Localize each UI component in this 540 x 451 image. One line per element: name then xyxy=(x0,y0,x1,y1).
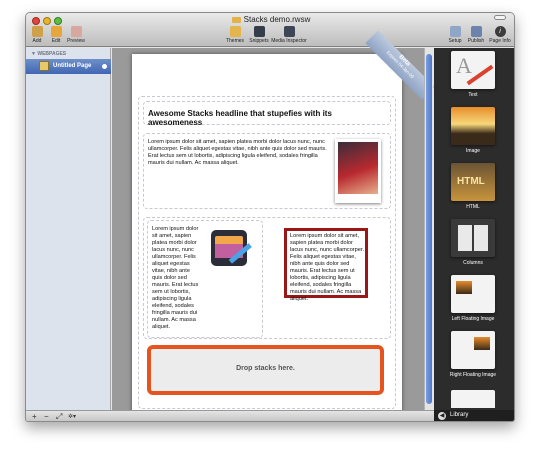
info-icon: i xyxy=(494,26,506,37)
scrollbar-thumb[interactable] xyxy=(426,54,432,404)
columns-stack-icon xyxy=(451,219,495,257)
page-settings-button[interactable]: ✲▾ xyxy=(68,411,76,421)
library-label: Library xyxy=(450,412,469,418)
image-stack-icon xyxy=(451,107,495,145)
add-page-button[interactable]: + xyxy=(32,411,37,421)
remove-page-button[interactable]: − xyxy=(44,411,49,421)
library-item-more[interactable] xyxy=(451,390,495,408)
zoom-window-button[interactable] xyxy=(54,17,62,25)
sidebar-item-untitled-page[interactable]: Untitled Page xyxy=(26,59,111,74)
left-column-text: Lorem ipsum dolor sit amet, sapien plate… xyxy=(152,226,199,330)
unpublished-indicator xyxy=(102,64,107,69)
edit-button[interactable]: Edit xyxy=(47,26,65,44)
drop-zone-label: Drop stacks here. xyxy=(236,365,295,372)
sidebar-item-label: Untitled Page xyxy=(53,63,92,69)
drop-zone[interactable]: Drop stacks here. xyxy=(147,345,384,395)
edit-icon xyxy=(50,26,62,37)
headline: Awesome Stacks headline that stupefies w… xyxy=(148,109,332,127)
minimize-window-button[interactable] xyxy=(43,17,51,25)
app-window: Stacks demo.rwsw Add Edit Preview Themes… xyxy=(25,12,515,422)
themes-button[interactable]: Themes xyxy=(223,26,247,44)
page-info-button[interactable]: i Page Info xyxy=(488,26,512,44)
themes-icon xyxy=(229,26,241,37)
title-toolbar: Stacks demo.rwsw Add Edit Preview Themes… xyxy=(26,13,514,47)
library-toggle-icon[interactable]: ◀ xyxy=(438,412,446,420)
setup-icon xyxy=(449,26,461,37)
library-item-image[interactable]: Image xyxy=(441,107,507,159)
media-inspector-icon xyxy=(283,26,295,37)
add-button[interactable]: Add xyxy=(28,26,46,44)
pencil-image[interactable] xyxy=(207,226,255,274)
snippets-button[interactable]: Snippets xyxy=(247,26,271,44)
html-stack-icon: HTML xyxy=(451,163,495,201)
toolbar-toggle-button[interactable] xyxy=(494,15,506,20)
preview-icon xyxy=(70,26,82,37)
library-item-right-floating-image[interactable]: Right Floating Image xyxy=(441,331,507,383)
document-icon xyxy=(231,16,241,23)
library-item-left-floating-image[interactable]: Left Floating Image xyxy=(441,275,507,327)
publish-button[interactable]: Publish xyxy=(465,26,487,44)
vertical-scrollbar[interactable] xyxy=(424,48,433,410)
snippets-icon xyxy=(253,26,265,37)
library-item-html[interactable]: HTML HTML xyxy=(441,163,507,215)
window-title: Stacks demo.rwsw xyxy=(166,15,376,24)
floating-image-text: Lorem ipsum dolor sit amet, sapien plate… xyxy=(148,139,327,166)
page-icon xyxy=(39,61,49,71)
pencil-app-icon xyxy=(211,230,252,266)
left-floating-image-icon xyxy=(451,275,495,313)
publish-icon xyxy=(470,26,482,37)
stacks-library-panel: A Text Image HTML HTML Columns Left Floa… xyxy=(434,48,514,410)
library-item-columns[interactable]: Columns xyxy=(441,219,507,271)
library-footer: ◀ Library xyxy=(434,410,514,421)
editor-canvas: Beta Expires 04-Jan-09 Awesome Stacks he… xyxy=(112,30,435,416)
add-icon xyxy=(31,26,43,37)
baby-photo[interactable] xyxy=(335,139,381,203)
baby-photo-image xyxy=(338,142,378,194)
sidebar-header: ▼ WEBPAGES xyxy=(31,51,67,57)
setup-button[interactable]: Setup xyxy=(445,26,465,44)
page: Beta Expires 04-Jan-09 Awesome Stacks he… xyxy=(132,30,435,416)
right-floating-image-icon xyxy=(451,331,495,369)
library-item-text[interactable]: A Text xyxy=(441,51,507,103)
media-inspector-button[interactable]: Media Inspector xyxy=(270,26,308,44)
expand-button[interactable]: ⤢ xyxy=(56,411,62,421)
preview-button[interactable]: Preview xyxy=(65,26,87,44)
sidebar: ▼ WEBPAGES Untitled Page xyxy=(26,48,111,410)
text-stack-icon: A xyxy=(451,51,495,89)
right-column-text: Lorem ipsum dolor sit amet, sapien plate… xyxy=(290,233,365,302)
close-window-button[interactable] xyxy=(32,17,40,25)
